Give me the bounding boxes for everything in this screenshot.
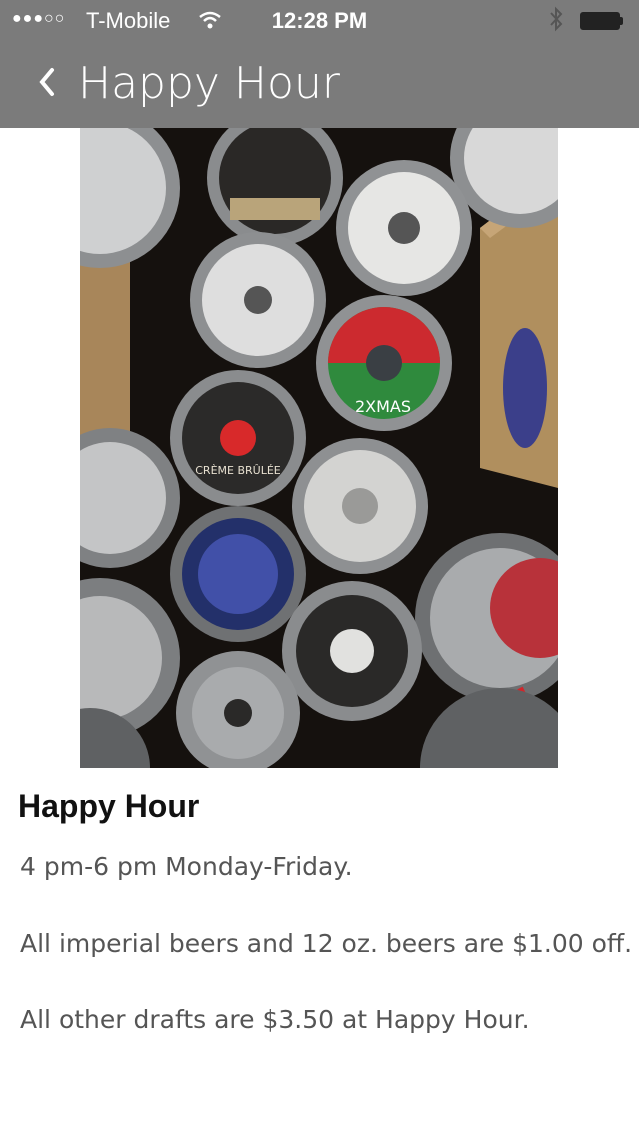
battery-icon (580, 12, 620, 30)
clock: 12:28 PM (271, 8, 368, 33)
bluetooth-icon (548, 6, 564, 38)
keg-label-2xmas: 2XMAS (355, 397, 411, 416)
keg-label-creme-brulee: CRÈME BRÛLÉE (195, 464, 281, 477)
top-bar: ●●●○○ T-Mobile 12:28 PM Happy Hour (0, 0, 639, 128)
drafts-price: All other drafts are $3.50 at Happy Hour… (20, 1005, 530, 1034)
navigation-bar: Happy Hour (0, 42, 639, 128)
back-button[interactable] (32, 60, 62, 104)
happy-hour-schedule: 4 pm-6 pm Monday-Friday. (20, 852, 353, 881)
status-bar: ●●●○○ T-Mobile 12:28 PM (0, 0, 639, 42)
imperial-beer-discount: All imperial beers and 12 oz. beers are … (20, 929, 633, 958)
battery-tip (620, 17, 623, 25)
page-heading: Happy Hour (18, 788, 200, 824)
beer-kegs-photo: 2XMAS CRÈME BRÛLÉE (80, 128, 558, 768)
chevron-left-icon (32, 60, 62, 104)
nav-title: Happy Hour (78, 58, 340, 109)
